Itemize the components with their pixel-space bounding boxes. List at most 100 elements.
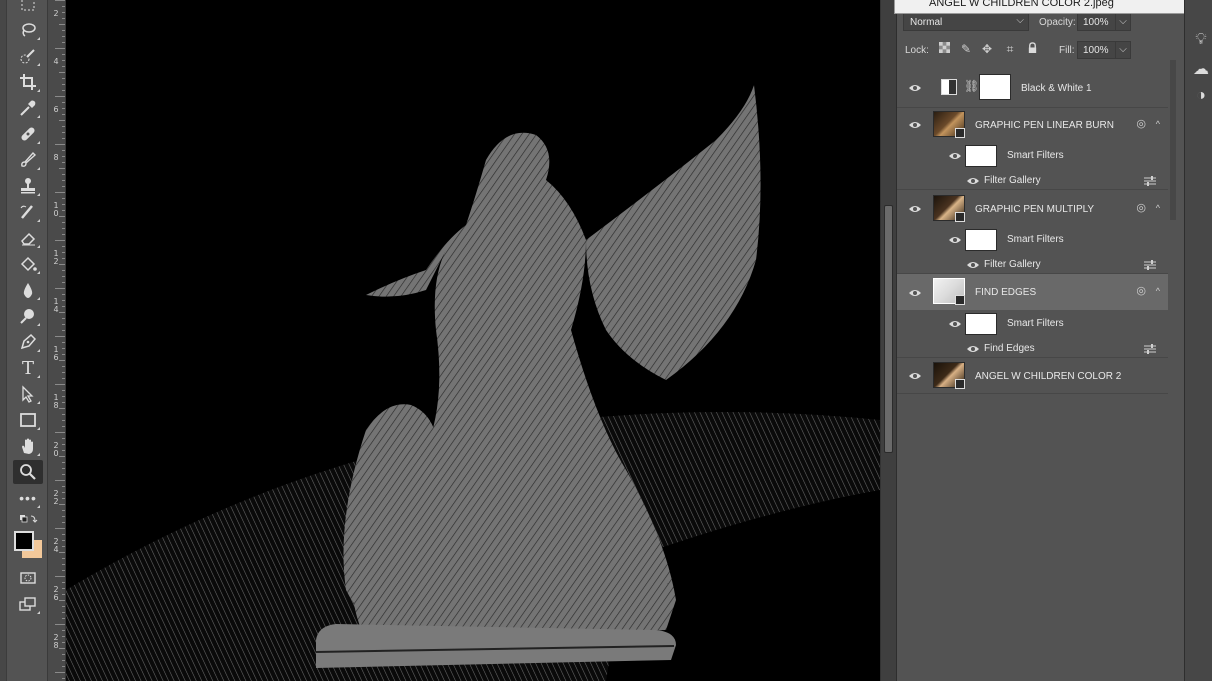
ruler-tick — [59, 216, 65, 217]
visibility-eye-icon[interactable] — [907, 370, 923, 382]
smart-filters-row[interactable]: Smart Filters — [897, 226, 1168, 254]
layer-row-find-edges[interactable]: FIND EDGES ◎ ^ Smart Filters Find Edges — [897, 274, 1168, 358]
smart-filter-options-icon[interactable]: ◎ — [1136, 117, 1146, 130]
visibility-eye-icon[interactable] — [947, 234, 963, 246]
learn-lightbulb-icon[interactable]: 💡︎ — [1191, 30, 1211, 50]
swap-colors-icon[interactable] — [13, 512, 43, 528]
opacity-input[interactable]: 100% — [1077, 13, 1116, 31]
layer-mask-thumbnail[interactable] — [979, 74, 1011, 100]
ruler-tick — [62, 522, 65, 523]
smart-filters-label: Smart Filters — [1007, 318, 1064, 329]
collapse-caret-icon[interactable]: ^ — [1156, 286, 1160, 296]
more-tools-icon[interactable]: ••• — [13, 486, 43, 510]
visibility-eye-icon[interactable] — [965, 259, 981, 271]
foreground-color-swatch[interactable] — [14, 531, 34, 551]
scrollbar-thumb[interactable] — [884, 205, 893, 453]
lock-transparent-icon[interactable] — [937, 42, 951, 56]
ruler-tick — [55, 240, 65, 241]
quick-select-tool[interactable] — [13, 44, 43, 68]
quick-mask-icon[interactable] — [13, 566, 43, 590]
visibility-eye-icon[interactable] — [947, 150, 963, 162]
healing-brush-tool[interactable] — [13, 122, 43, 146]
visibility-eye-icon[interactable] — [965, 343, 981, 355]
opacity-dropdown-button[interactable]: ⌵ — [1115, 13, 1131, 31]
collapse-caret-icon[interactable]: ^ — [1156, 203, 1160, 213]
ruler-tick — [55, 96, 65, 97]
marquee-tool[interactable] — [13, 0, 43, 16]
lock-artboard-icon[interactable]: ⌗ — [1003, 42, 1017, 56]
tools-panel-edge — [0, 0, 7, 681]
fill-dropdown-button[interactable]: ⌵ — [1115, 41, 1131, 59]
zoom-tool[interactable] — [13, 460, 43, 484]
ruler-tick — [62, 102, 65, 103]
ruler-tick — [62, 414, 65, 415]
ruler-tick — [62, 474, 65, 475]
smart-filter-mask-thumbnail[interactable] — [965, 229, 997, 251]
visibility-eye-icon[interactable] — [907, 287, 923, 299]
ruler-label: 4 — [53, 57, 59, 66]
lock-all-icon[interactable] — [1025, 42, 1039, 56]
rectangle-tool[interactable] — [13, 408, 43, 432]
type-tool[interactable]: T — [13, 356, 43, 380]
visibility-eye-icon[interactable] — [907, 82, 923, 94]
smart-filters-row[interactable]: Smart Filters — [897, 310, 1168, 338]
blur-tool[interactable] — [13, 278, 43, 302]
smart-filters-label: Smart Filters — [1007, 150, 1064, 161]
dodge-tool[interactable] — [13, 304, 43, 328]
pen-tool[interactable] — [13, 330, 43, 354]
smart-filter-options-icon[interactable]: ◎ — [1136, 284, 1146, 297]
visibility-eye-icon[interactable] — [907, 203, 923, 215]
ruler-tick — [62, 660, 65, 661]
smart-filters-label: Smart Filters — [1007, 234, 1064, 245]
smart-filter-options-icon[interactable]: ◎ — [1136, 201, 1146, 214]
smart-filter-mask-thumbnail[interactable] — [965, 145, 997, 167]
layer-row-graphic-pen-linear-burn[interactable]: GRAPHIC PEN LINEAR BURN ◎ ^ Smart Filter… — [897, 106, 1168, 190]
filter-row[interactable]: Filter Gallery — [897, 170, 1168, 190]
lock-pixels-icon[interactable]: ✎ — [959, 42, 973, 56]
ruler-tick — [62, 420, 65, 421]
filter-blending-options-icon[interactable] — [1144, 344, 1156, 354]
ruler-tick — [62, 204, 65, 205]
lasso-tool[interactable] — [13, 18, 43, 42]
fill-input[interactable]: 100% — [1077, 41, 1116, 59]
collapse-caret-icon[interactable]: ^ — [1156, 119, 1160, 129]
document-canvas[interactable] — [66, 0, 880, 681]
filter-row[interactable]: Filter Gallery — [897, 254, 1168, 274]
screen-mode-icon[interactable] — [13, 592, 43, 616]
crop-tool[interactable] — [13, 70, 43, 94]
blend-mode-select[interactable]: Normal ⌵ — [903, 13, 1029, 31]
layer-row-graphic-pen-multiply[interactable]: GRAPHIC PEN MULTIPLY ◎ ^ Smart Filters F… — [897, 190, 1168, 274]
paint-bucket-tool[interactable] — [13, 252, 43, 276]
layer-row-black-white-1[interactable]: ⛓ Black & White 1 — [897, 68, 1168, 108]
visibility-eye-icon[interactable] — [947, 318, 963, 330]
smart-filters-row[interactable]: Smart Filters — [897, 142, 1168, 170]
eyedropper-tool[interactable] — [13, 96, 43, 120]
filter-row[interactable]: Find Edges — [897, 338, 1168, 358]
layers-scrollbar[interactable] — [1168, 60, 1180, 220]
hand-tool[interactable] — [13, 434, 43, 458]
opacity-label: Opacity: — [1039, 17, 1076, 28]
visibility-eye-icon[interactable] — [907, 119, 923, 131]
ruler-tick — [62, 294, 65, 295]
layers-scrollbar-track[interactable] — [1170, 60, 1176, 220]
adjustments-icon[interactable]: ◑ — [1191, 86, 1211, 106]
smart-filter-mask-thumbnail[interactable] — [965, 313, 997, 335]
clone-stamp-tool[interactable] — [13, 174, 43, 198]
chain-link-icon[interactable]: ⛓ — [964, 79, 979, 93]
canvas-vertical-scrollbar[interactable] — [880, 0, 896, 681]
layer-row-angel-w-children-color-2[interactable]: ANGEL W CHILDREN COLOR 2 — [897, 358, 1168, 394]
eraser-tool[interactable] — [13, 226, 43, 250]
lock-position-icon[interactable]: ✥ — [980, 42, 994, 56]
ruler-tick — [59, 504, 65, 505]
ruler-tick — [62, 594, 65, 595]
visibility-eye-icon[interactable] — [965, 175, 981, 187]
brush-tool[interactable] — [13, 148, 43, 172]
libraries-icon[interactable]: ☁︎ — [1191, 60, 1211, 80]
ruler-tick — [62, 90, 65, 91]
filter-blending-options-icon[interactable] — [1144, 176, 1156, 186]
filter-blending-options-icon[interactable] — [1144, 260, 1156, 270]
path-select-tool[interactable] — [13, 382, 43, 406]
ruler-tick — [62, 462, 65, 463]
ruler-tick — [62, 132, 65, 133]
history-brush-tool[interactable] — [13, 200, 43, 224]
